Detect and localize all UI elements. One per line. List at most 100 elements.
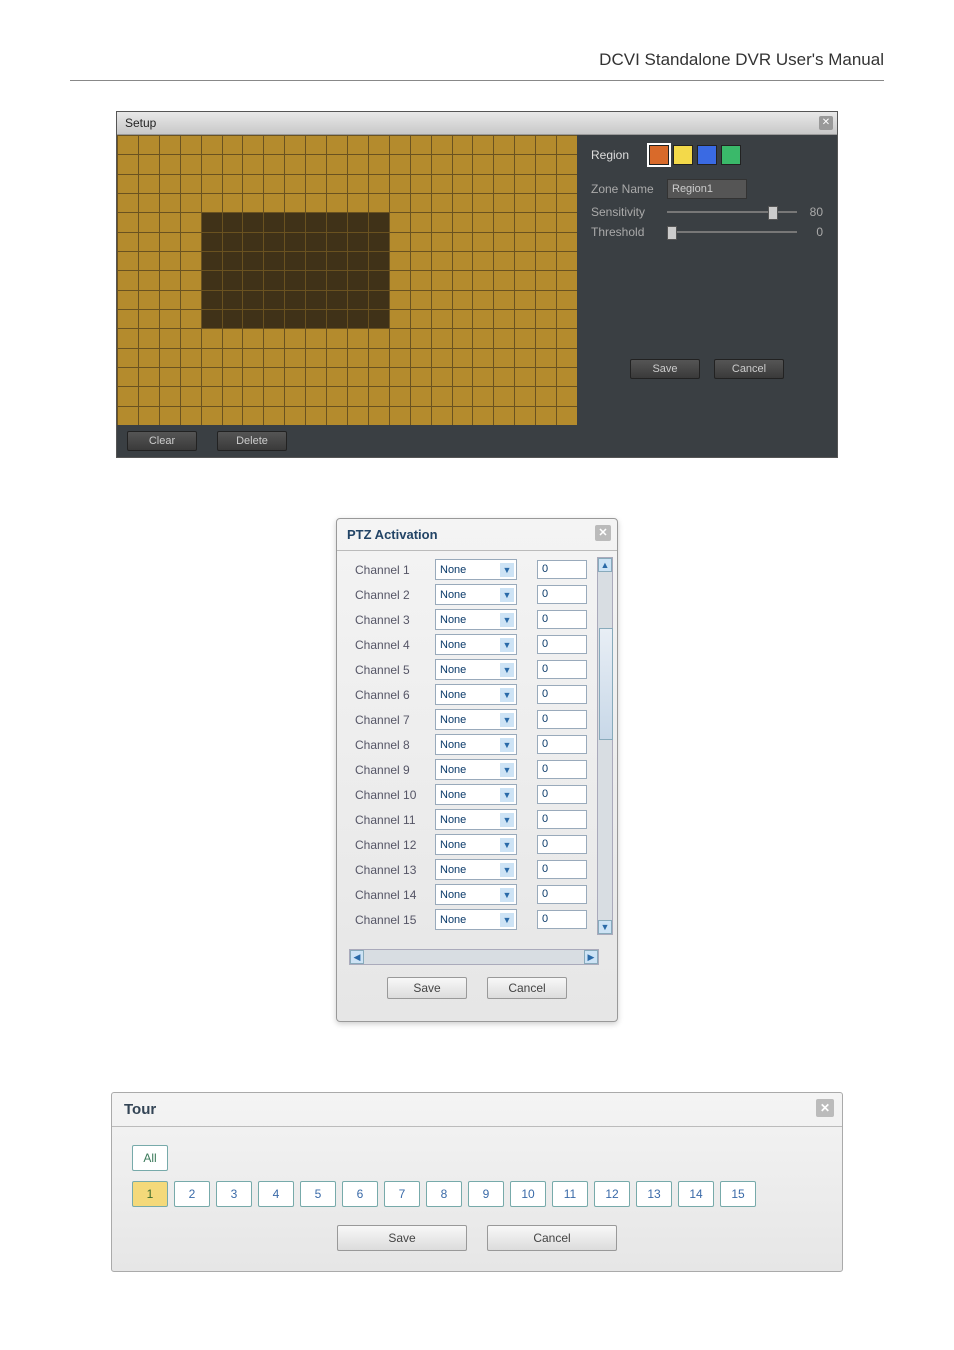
tour-channel-button[interactable]: 15 [720,1181,756,1207]
grid-cell[interactable] [326,212,347,231]
grid-cell[interactable] [389,290,410,309]
grid-cell[interactable] [201,232,222,251]
grid-cell[interactable] [263,386,284,405]
grid-cell[interactable] [452,290,473,309]
grid-cell[interactable] [138,174,159,193]
grid-cell[interactable] [368,386,389,405]
grid-cell[interactable] [535,328,556,347]
grid-cell[interactable] [180,232,201,251]
grid-cell[interactable] [556,154,577,173]
grid-cell[interactable] [472,270,493,289]
grid-cell[interactable] [389,135,410,154]
grid-cell[interactable] [201,251,222,270]
grid-cell[interactable] [535,154,556,173]
channel-mode-select[interactable]: None▼ [435,609,517,630]
grid-cell[interactable] [159,270,180,289]
grid-cell[interactable] [556,309,577,328]
grid-cell[interactable] [389,328,410,347]
grid-cell[interactable] [410,193,431,212]
region-swatch[interactable] [697,145,717,165]
grid-cell[interactable] [305,232,326,251]
grid-cell[interactable] [138,367,159,386]
grid-cell[interactable] [326,251,347,270]
grid-cell[interactable] [222,135,243,154]
grid-cell[interactable] [222,251,243,270]
grid-cell[interactable] [556,406,577,425]
grid-cell[interactable] [138,270,159,289]
grid-cell[interactable] [305,406,326,425]
grid-cell[interactable] [347,386,368,405]
grid-cell[interactable] [556,290,577,309]
tour-cancel-button[interactable]: Cancel [487,1225,617,1251]
grid-cell[interactable] [347,251,368,270]
grid-cell[interactable] [326,386,347,405]
grid-cell[interactable] [452,251,473,270]
grid-cell[interactable] [556,174,577,193]
grid-cell[interactable] [242,270,263,289]
grid-cell[interactable] [410,348,431,367]
grid-cell[interactable] [263,135,284,154]
grid-cell[interactable] [556,232,577,251]
grid-cell[interactable] [493,135,514,154]
scroll-left-icon[interactable]: ◀ [350,950,364,964]
grid-cell[interactable] [138,232,159,251]
grid-cell[interactable] [368,290,389,309]
grid-cell[interactable] [284,193,305,212]
grid-cell[interactable] [242,406,263,425]
grid-cell[interactable] [410,290,431,309]
tour-channel-button[interactable]: 14 [678,1181,714,1207]
grid-cell[interactable] [431,212,452,231]
grid-cell[interactable] [242,386,263,405]
grid-cell[interactable] [472,232,493,251]
grid-cell[interactable] [347,270,368,289]
grid-cell[interactable] [514,232,535,251]
grid-cell[interactable] [305,309,326,328]
grid-cell[interactable] [556,212,577,231]
grid-cell[interactable] [222,328,243,347]
grid-cell[interactable] [347,135,368,154]
grid-cell[interactable] [242,154,263,173]
grid-cell[interactable] [263,270,284,289]
tour-channel-button[interactable]: 13 [636,1181,672,1207]
grid-cell[interactable] [242,193,263,212]
motion-grid[interactable]: 2013-10-24 17:09:22 CAM 1 [117,135,577,425]
grid-cell[interactable] [514,251,535,270]
grid-cell[interactable] [117,367,138,386]
grid-cell[interactable] [201,193,222,212]
grid-cell[interactable] [263,406,284,425]
grid-cell[interactable] [201,135,222,154]
grid-cell[interactable] [472,251,493,270]
grid-cell[interactable] [117,309,138,328]
grid-cell[interactable] [138,309,159,328]
grid-cell[interactable] [389,193,410,212]
grid-cell[interactable] [242,309,263,328]
grid-cell[interactable] [389,251,410,270]
grid-cell[interactable] [117,212,138,231]
grid-cell[interactable] [284,270,305,289]
grid-cell[interactable] [242,212,263,231]
grid-cell[interactable] [410,212,431,231]
grid-cell[interactable] [117,251,138,270]
grid-cell[interactable] [452,406,473,425]
grid-cell[interactable] [305,270,326,289]
grid-cell[interactable] [159,212,180,231]
grid-cell[interactable] [431,251,452,270]
grid-cell[interactable] [514,154,535,173]
grid-cell[interactable] [201,348,222,367]
grid-cell[interactable] [284,406,305,425]
grid-cell[interactable] [305,348,326,367]
grid-cell[interactable] [431,406,452,425]
grid-cell[interactable] [514,348,535,367]
grid-cell[interactable] [159,174,180,193]
region-swatch[interactable] [673,145,693,165]
grid-cell[interactable] [452,309,473,328]
grid-cell[interactable] [284,174,305,193]
grid-cell[interactable] [263,154,284,173]
grid-cell[interactable] [556,193,577,212]
grid-cell[interactable] [284,251,305,270]
grid-cell[interactable] [493,193,514,212]
grid-cell[interactable] [222,154,243,173]
grid-cell[interactable] [556,251,577,270]
grid-cell[interactable] [138,212,159,231]
grid-cell[interactable] [222,193,243,212]
